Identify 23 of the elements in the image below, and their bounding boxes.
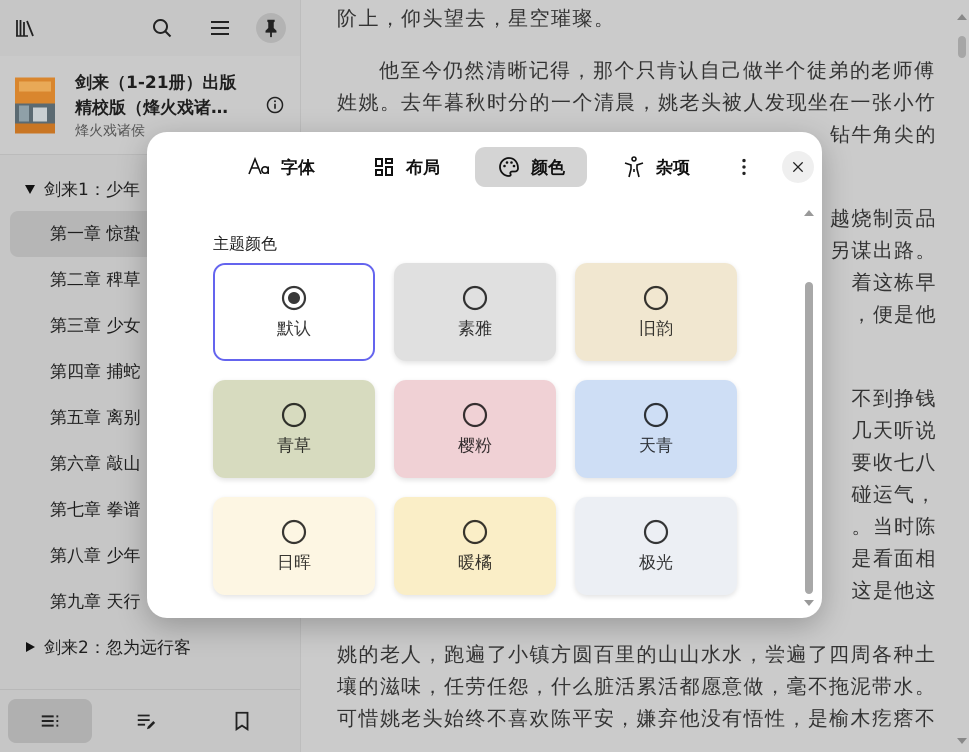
text-line: 姓姚。去年暮秋时分的一个清晨，姚老头被人发现坐在一张小竹 — [337, 90, 936, 114]
text-line: 着这栋早 — [851, 270, 937, 294]
text-line: 越烧制贡品 — [830, 206, 937, 230]
text-line: 。当时陈 — [851, 514, 937, 538]
text-line: 是看面相 — [851, 546, 937, 570]
text-line: 钻牛角尖的 — [830, 122, 937, 146]
text-line: ，便是他 — [851, 302, 937, 326]
text-line: 姚的老人，跑遍了小镇方圆百里的山山水水，尝遍了四周各种土 — [337, 642, 936, 666]
volume-title: 剑来2：忽为远行客 — [44, 636, 191, 658]
text-line: 阶上，仰头望去，星空璀璨。 — [337, 6, 616, 30]
text-line: 不到挣钱 — [851, 386, 937, 410]
text-line: 要收七八 — [851, 450, 937, 474]
text-line: 另谋出路。 — [830, 238, 937, 262]
book-title: 剑来（1-21册）出版精校版（烽火戏诸… — [75, 72, 238, 120]
text-line: 壤的滋味，任劳任怨，什么脏活累活都愿意做，毫不拖泥带水。 — [337, 674, 936, 698]
text-line: 这是他这 — [851, 578, 937, 602]
text-line: 他至今仍然清晰记得，那个只肯认自己做半个徒弟的老师傅 — [379, 58, 936, 82]
text-line: 几天听说 — [851, 418, 937, 442]
text-line: 可惜姚老头始终不喜欢陈平安，嫌弃他没有悟性，是榆木疙瘩不 — [337, 706, 936, 730]
volume-title: 剑来1：少年 — [44, 178, 140, 200]
section-title: 主题颜色 — [213, 234, 278, 255]
book-author: 烽火戏诸侯 — [75, 122, 146, 140]
text-line: 碰运气， — [851, 482, 937, 506]
